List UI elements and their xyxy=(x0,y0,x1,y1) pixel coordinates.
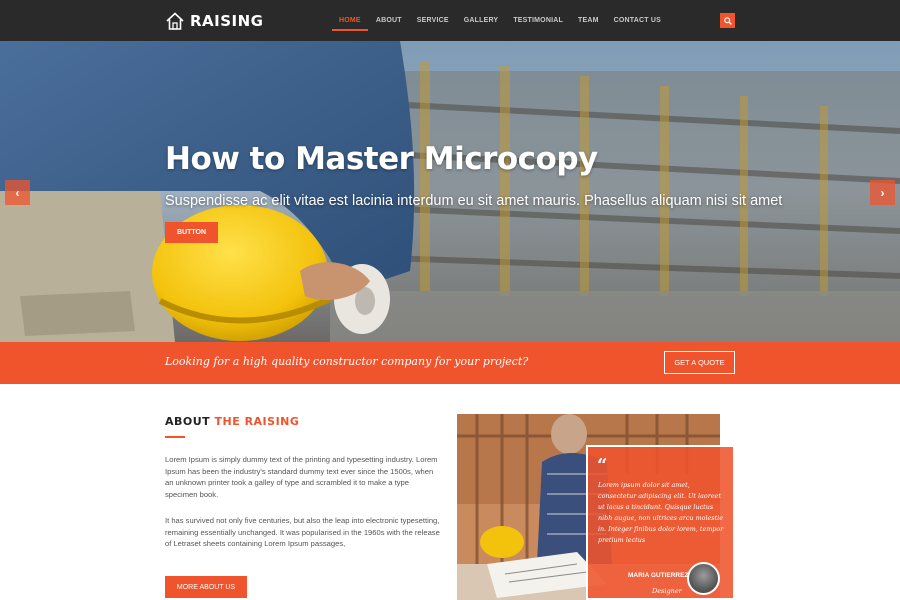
testimonial-text: Lorem ipsum dolor sit amet, consectetur … xyxy=(598,481,724,544)
about-heading: ABOUT THE RAISING xyxy=(165,415,299,428)
hero-background-image xyxy=(0,41,900,342)
house-icon xyxy=(166,12,184,30)
nav-item-gallery[interactable]: GALLERY xyxy=(457,0,506,41)
about-heading-accent: THE RAISING xyxy=(214,415,300,428)
search-icon xyxy=(723,16,732,25)
testimonial-author-name: MARIA GUTIERREZ xyxy=(628,572,689,579)
search-button[interactable] xyxy=(720,13,735,28)
hero-title: How to Master Microcopy xyxy=(165,141,598,177)
about-paragraph-2: It has survived not only five centuries,… xyxy=(165,516,440,549)
nav-item-testimonial[interactable]: TESTIMONIAL xyxy=(506,0,570,41)
brand-logo[interactable]: RAISING xyxy=(165,10,264,32)
slider-next-button[interactable]: › xyxy=(870,180,895,205)
hero-button[interactable]: BUTTON xyxy=(165,222,218,243)
hero-subtitle: Suspendisse ac elit vitae est lacinia in… xyxy=(165,193,783,209)
nav-item-contact[interactable]: CONTACT US xyxy=(607,0,668,41)
get-quote-button[interactable]: GET A QUOTE xyxy=(664,351,735,374)
quote-icon: “ xyxy=(597,455,608,476)
brand-name: RAISING xyxy=(190,12,264,30)
top-navbar: RAISING HOME ABOUT SERVICE GALLERY TESTI… xyxy=(0,0,900,41)
nav-item-home[interactable]: HOME xyxy=(332,0,368,41)
testimonial-author-role: Designer xyxy=(652,587,682,595)
nav-item-team[interactable]: TEAM xyxy=(571,0,606,41)
about-paragraph-1: Lorem Ipsum is simply dummy text of the … xyxy=(165,455,438,499)
quote-banner: Looking for a high quality constructor c… xyxy=(0,342,900,384)
about-heading-plain: ABOUT xyxy=(165,415,215,428)
quote-banner-text: Looking for a high quality constructor c… xyxy=(165,355,529,368)
more-about-button[interactable]: MORE ABOUT US xyxy=(165,576,247,598)
chevron-right-icon: › xyxy=(880,185,885,200)
heading-underline xyxy=(165,436,185,438)
avatar xyxy=(687,562,720,595)
hero-slider: How to Master Microcopy Suspendisse ac e… xyxy=(0,41,900,342)
testimonial-card: “ Lorem ipsum dolor sit amet, consectetu… xyxy=(586,445,735,600)
slider-prev-button[interactable]: ‹ xyxy=(5,180,30,205)
nav-item-service[interactable]: SERVICE xyxy=(410,0,456,41)
nav-item-about[interactable]: ABOUT xyxy=(369,0,409,41)
main-nav: HOME ABOUT SERVICE GALLERY TESTIMONIAL T… xyxy=(332,0,669,41)
chevron-left-icon: ‹ xyxy=(15,185,20,200)
